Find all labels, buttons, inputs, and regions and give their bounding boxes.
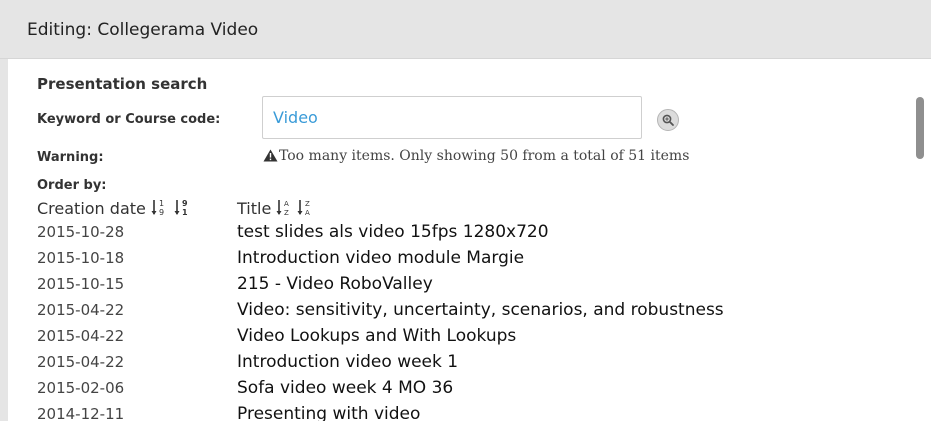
keyword-label: Keyword or Course code:: [37, 112, 221, 127]
result-row[interactable]: 2014-12-11 Presenting with video: [8, 404, 888, 421]
result-date: 2015-10-28: [37, 223, 125, 241]
warning-label: Warning:: [37, 150, 104, 165]
svg-text:Z: Z: [305, 200, 310, 208]
result-date: 2015-02-06: [37, 379, 125, 397]
keyword-search-input[interactable]: [262, 96, 642, 139]
result-title[interactable]: 215 - Video RoboValley: [237, 274, 433, 294]
dialog-title: Editing: Collegerama Video: [27, 20, 259, 40]
result-title[interactable]: Presenting with video: [237, 404, 420, 421]
title-column-header: Title A Z Z A: [237, 197, 313, 221]
result-title[interactable]: Introduction video week 1: [237, 352, 458, 372]
result-row[interactable]: 2015-04-22 Introduction video week 1: [8, 352, 888, 379]
search-button[interactable]: [657, 109, 679, 131]
vertical-scrollbar-thumb[interactable]: [916, 97, 924, 159]
title-header-label: Title: [237, 199, 272, 218]
result-date: 2015-04-22: [37, 353, 125, 371]
svg-text:1: 1: [159, 199, 164, 208]
result-date: 2015-10-15: [37, 275, 125, 293]
result-date: 2015-10-18: [37, 249, 125, 267]
svg-text:1: 1: [182, 208, 188, 217]
result-date: 2015-04-22: [37, 327, 125, 345]
result-title[interactable]: Video Lookups and With Lookups: [237, 326, 516, 346]
sort-date-descending-icon[interactable]: 9 1: [174, 197, 192, 221]
result-row[interactable]: 2015-10-18 Introduction video module Mar…: [8, 248, 888, 275]
result-date: 2014-12-11: [37, 405, 125, 421]
result-row[interactable]: 2015-04-22 Video Lookups and With Lookup…: [8, 326, 888, 353]
warning-message: Too many items. Only showing 50 from a t…: [263, 148, 689, 164]
creation-date-header-label: Creation date: [37, 199, 146, 218]
magnifier-icon: [662, 114, 674, 126]
sort-title-ascending-icon[interactable]: A Z: [276, 197, 292, 221]
result-row[interactable]: 2015-10-15 215 - Video RoboValley: [8, 274, 888, 301]
result-title[interactable]: Introduction video module Margie: [237, 248, 524, 268]
svg-text:9: 9: [159, 208, 164, 217]
dialog-titlebar: Editing: Collegerama Video: [0, 0, 931, 59]
result-row[interactable]: 2015-04-22 Video: sensitivity, uncertain…: [8, 300, 888, 327]
svg-text:A: A: [284, 200, 289, 208]
svg-text:9: 9: [182, 199, 188, 208]
result-date: 2015-04-22: [37, 301, 125, 319]
creation-date-column-header: Creation date 1 9 9 1: [37, 197, 192, 221]
sort-date-ascending-icon[interactable]: 1 9: [151, 197, 169, 221]
svg-text:Z: Z: [284, 209, 289, 217]
sort-title-descending-icon[interactable]: Z A: [297, 197, 313, 221]
result-title[interactable]: Video: sensitivity, uncertainty, scenari…: [237, 300, 724, 320]
result-title[interactable]: test slides als video 15fps 1280x720: [237, 222, 549, 242]
presentation-search-panel[interactable]: Presentation search Keyword or Course co…: [8, 59, 931, 421]
result-row[interactable]: 2015-10-28 test slides als video 15fps 1…: [8, 222, 888, 249]
warning-text: Too many items. Only showing 50 from a t…: [279, 148, 690, 164]
svg-text:A: A: [305, 209, 310, 217]
section-title: Presentation search: [37, 75, 208, 93]
results-list: 2015-10-28 test slides als video 15fps 1…: [8, 222, 888, 421]
order-by-label: Order by:: [37, 178, 107, 193]
result-title[interactable]: Sofa video week 4 MO 36: [237, 378, 453, 398]
warning-triangle-icon: [263, 149, 278, 162]
result-row[interactable]: 2015-02-06 Sofa video week 4 MO 36: [8, 378, 888, 405]
